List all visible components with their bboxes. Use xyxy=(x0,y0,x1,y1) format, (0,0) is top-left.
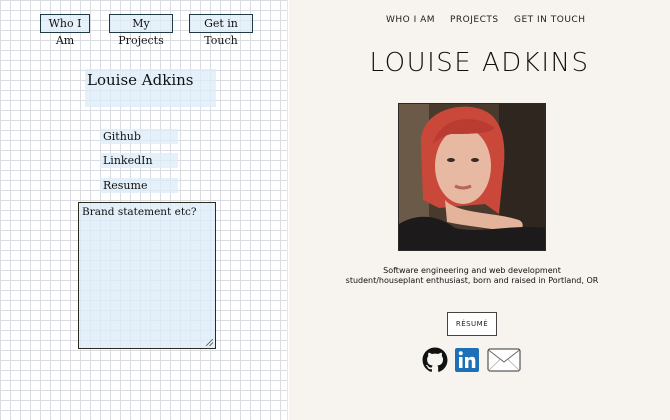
nav-projects[interactable]: PROJECTS xyxy=(450,15,499,25)
wire-nav-get-in-touch[interactable]: Get in Touch xyxy=(189,14,253,47)
nav-who-i-am[interactable]: WHO I AM xyxy=(386,15,435,25)
brand-statement-textarea[interactable]: Brand statement etc? xyxy=(78,202,216,349)
github-icon[interactable] xyxy=(422,347,448,373)
site-preview: WHO I AM PROJECTS GET IN TOUCH LOUISE AD… xyxy=(289,0,670,420)
wire-name-heading: Louise Adkins xyxy=(85,69,216,107)
resize-handle-icon[interactable] xyxy=(206,339,213,346)
brand-statement-text: Brand statement etc? xyxy=(82,206,197,218)
page-title: LOUISE ADKINS xyxy=(369,48,590,78)
resume-button[interactable]: RÉSUMÉ xyxy=(447,312,497,336)
wire-link-linkedin[interactable]: LinkedIn xyxy=(100,153,178,168)
linkedin-icon[interactable] xyxy=(455,347,479,373)
email-icon[interactable] xyxy=(487,347,521,373)
wire-link-github[interactable]: Github xyxy=(100,129,178,144)
wire-link-resume[interactable]: Resume xyxy=(100,178,178,193)
nav-get-in-touch[interactable]: GET IN TOUCH xyxy=(514,15,586,25)
profile-photo xyxy=(398,103,546,251)
wire-nav-who-i-am[interactable]: Who I Am xyxy=(40,14,90,47)
wire-nav-my-projects[interactable]: My Projects xyxy=(109,14,173,47)
wireframe-panel: Who I Am My Projects Get in Touch Louise… xyxy=(0,0,288,420)
bio-text: Software engineering and web development… xyxy=(345,266,599,285)
